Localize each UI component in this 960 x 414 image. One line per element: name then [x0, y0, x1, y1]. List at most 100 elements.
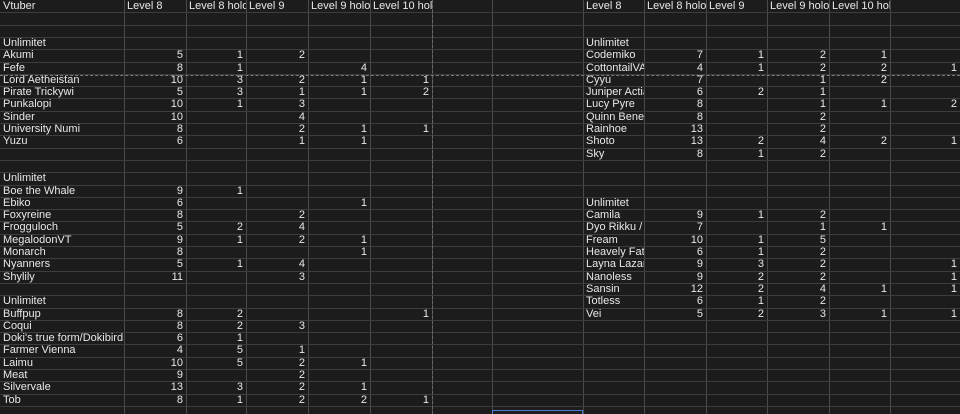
value-cell[interactable]: 7 [644, 49, 706, 61]
name-cell[interactable]: Pirate Trickywi [0, 86, 124, 98]
value-cell[interactable]: 9 [644, 271, 706, 283]
name-cell[interactable]: Sinder [0, 111, 124, 123]
name-cell[interactable]: Ebiko [0, 197, 124, 209]
value-cell[interactable]: 8 [124, 123, 186, 135]
value-cell[interactable]: 8 [124, 394, 186, 406]
name-cell[interactable]: Fefe [0, 62, 124, 74]
name-cell[interactable]: Cyyu [583, 74, 644, 86]
value-cell[interactable]: 4 [767, 135, 829, 147]
value-cell[interactable]: 1 [706, 209, 767, 221]
value-cell[interactable]: 10 [124, 98, 186, 110]
value-cell[interactable]: 1 [829, 49, 890, 61]
value-cell[interactable]: 9 [124, 369, 186, 381]
header-cell[interactable]: Level 9 holo [308, 0, 370, 12]
name-cell[interactable]: Heavely Father [583, 246, 644, 258]
value-cell[interactable]: 1 [829, 308, 890, 320]
value-cell[interactable]: 8 [124, 246, 186, 258]
value-cell[interactable]: 1 [767, 98, 829, 110]
value-cell[interactable]: 5 [124, 49, 186, 61]
name-cell[interactable]: Silvervale [0, 381, 124, 393]
value-cell[interactable]: 5 [124, 221, 186, 233]
name-cell[interactable]: Dyo Rikku / Dokibird [583, 221, 644, 233]
value-cell[interactable]: 1 [829, 221, 890, 233]
value-cell[interactable]: 2 [767, 123, 829, 135]
value-cell[interactable]: 1 [186, 49, 246, 61]
value-cell[interactable]: 1 [767, 74, 829, 86]
name-cell[interactable]: Frogguloch [0, 221, 124, 233]
value-cell[interactable]: 3 [246, 98, 308, 110]
header-cell[interactable]: Level 8 [583, 0, 644, 12]
value-cell[interactable]: 1 [246, 86, 308, 98]
value-cell[interactable]: 2 [829, 62, 890, 74]
value-cell[interactable]: 1 [308, 123, 370, 135]
value-cell[interactable]: 12 [644, 283, 706, 295]
name-cell[interactable]: Totless [583, 295, 644, 307]
value-cell[interactable]: 1 [308, 234, 370, 246]
value-cell[interactable]: 9 [124, 185, 186, 197]
value-cell[interactable]: 3 [186, 86, 246, 98]
header-cell[interactable]: Level 8 holo [644, 0, 706, 12]
value-cell[interactable]: 10 [124, 74, 186, 86]
value-cell[interactable]: 6 [644, 246, 706, 258]
value-cell[interactable]: 10 [644, 234, 706, 246]
selected-cell-outline[interactable] [492, 410, 583, 414]
name-cell[interactable]: Laimu [0, 357, 124, 369]
value-cell[interactable]: 3 [186, 381, 246, 393]
value-cell[interactable]: 1 [186, 185, 246, 197]
value-cell[interactable]: 1 [186, 62, 246, 74]
value-cell[interactable]: 6 [644, 295, 706, 307]
value-cell[interactable]: 2 [246, 74, 308, 86]
value-cell[interactable]: 1 [890, 271, 960, 283]
value-cell[interactable]: 7 [644, 74, 706, 86]
value-cell[interactable]: 3 [186, 74, 246, 86]
name-cell[interactable]: Sky [583, 148, 644, 160]
value-cell[interactable]: 5 [767, 234, 829, 246]
value-cell[interactable]: 10 [124, 111, 186, 123]
value-cell[interactable]: 5 [644, 308, 706, 320]
name-cell[interactable]: Tob [0, 394, 124, 406]
name-cell[interactable]: Akumi [0, 49, 124, 61]
name-cell[interactable]: Farmer Vienna [0, 344, 124, 356]
header-cell[interactable]: Level 9 holo [767, 0, 829, 12]
value-cell[interactable]: 13 [124, 381, 186, 393]
value-cell[interactable]: 1 [308, 74, 370, 86]
name-cell[interactable]: University Numi [0, 123, 124, 135]
value-cell[interactable]: 1 [246, 135, 308, 147]
value-cell[interactable]: 3 [767, 308, 829, 320]
value-cell[interactable]: 2 [246, 123, 308, 135]
name-cell[interactable]: Shoto [583, 135, 644, 147]
header-cell[interactable]: Level 10 holo [829, 0, 890, 12]
name-cell[interactable]: Unlimitet [583, 197, 644, 209]
name-cell[interactable]: Nanoless [583, 271, 644, 283]
value-cell[interactable]: 1 [767, 86, 829, 98]
name-cell[interactable]: Boe the Whale [0, 185, 124, 197]
value-cell[interactable]: 1 [370, 394, 432, 406]
value-cell[interactable]: 1 [706, 49, 767, 61]
name-cell[interactable]: Lord Aetheistan [0, 74, 124, 86]
value-cell[interactable]: 1 [370, 123, 432, 135]
value-cell[interactable]: 2 [186, 221, 246, 233]
value-cell[interactable]: 1 [706, 295, 767, 307]
value-cell[interactable]: 2 [246, 357, 308, 369]
value-cell[interactable]: 8 [124, 62, 186, 74]
value-cell[interactable]: 1 [890, 258, 960, 270]
value-cell[interactable]: 1 [186, 258, 246, 270]
value-cell[interactable]: 2 [767, 271, 829, 283]
name-cell[interactable]: Unlimitet [0, 172, 124, 184]
value-cell[interactable]: 1 [308, 381, 370, 393]
value-cell[interactable]: 2 [246, 369, 308, 381]
name-cell[interactable]: Quinn Benet [583, 111, 644, 123]
header-cell[interactable]: Level 9 [706, 0, 767, 12]
value-cell[interactable]: 1 [890, 62, 960, 74]
value-cell[interactable]: 1 [308, 135, 370, 147]
value-cell[interactable]: 1 [890, 135, 960, 147]
value-cell[interactable]: 6 [124, 197, 186, 209]
value-cell[interactable]: 8 [124, 308, 186, 320]
name-cell[interactable]: Unlimitet [0, 37, 124, 49]
value-cell[interactable]: 1 [829, 98, 890, 110]
value-cell[interactable]: 1 [370, 308, 432, 320]
value-cell[interactable]: 3 [246, 271, 308, 283]
value-cell[interactable]: 1 [246, 344, 308, 356]
value-cell[interactable]: 11 [124, 271, 186, 283]
value-cell[interactable]: 6 [124, 135, 186, 147]
